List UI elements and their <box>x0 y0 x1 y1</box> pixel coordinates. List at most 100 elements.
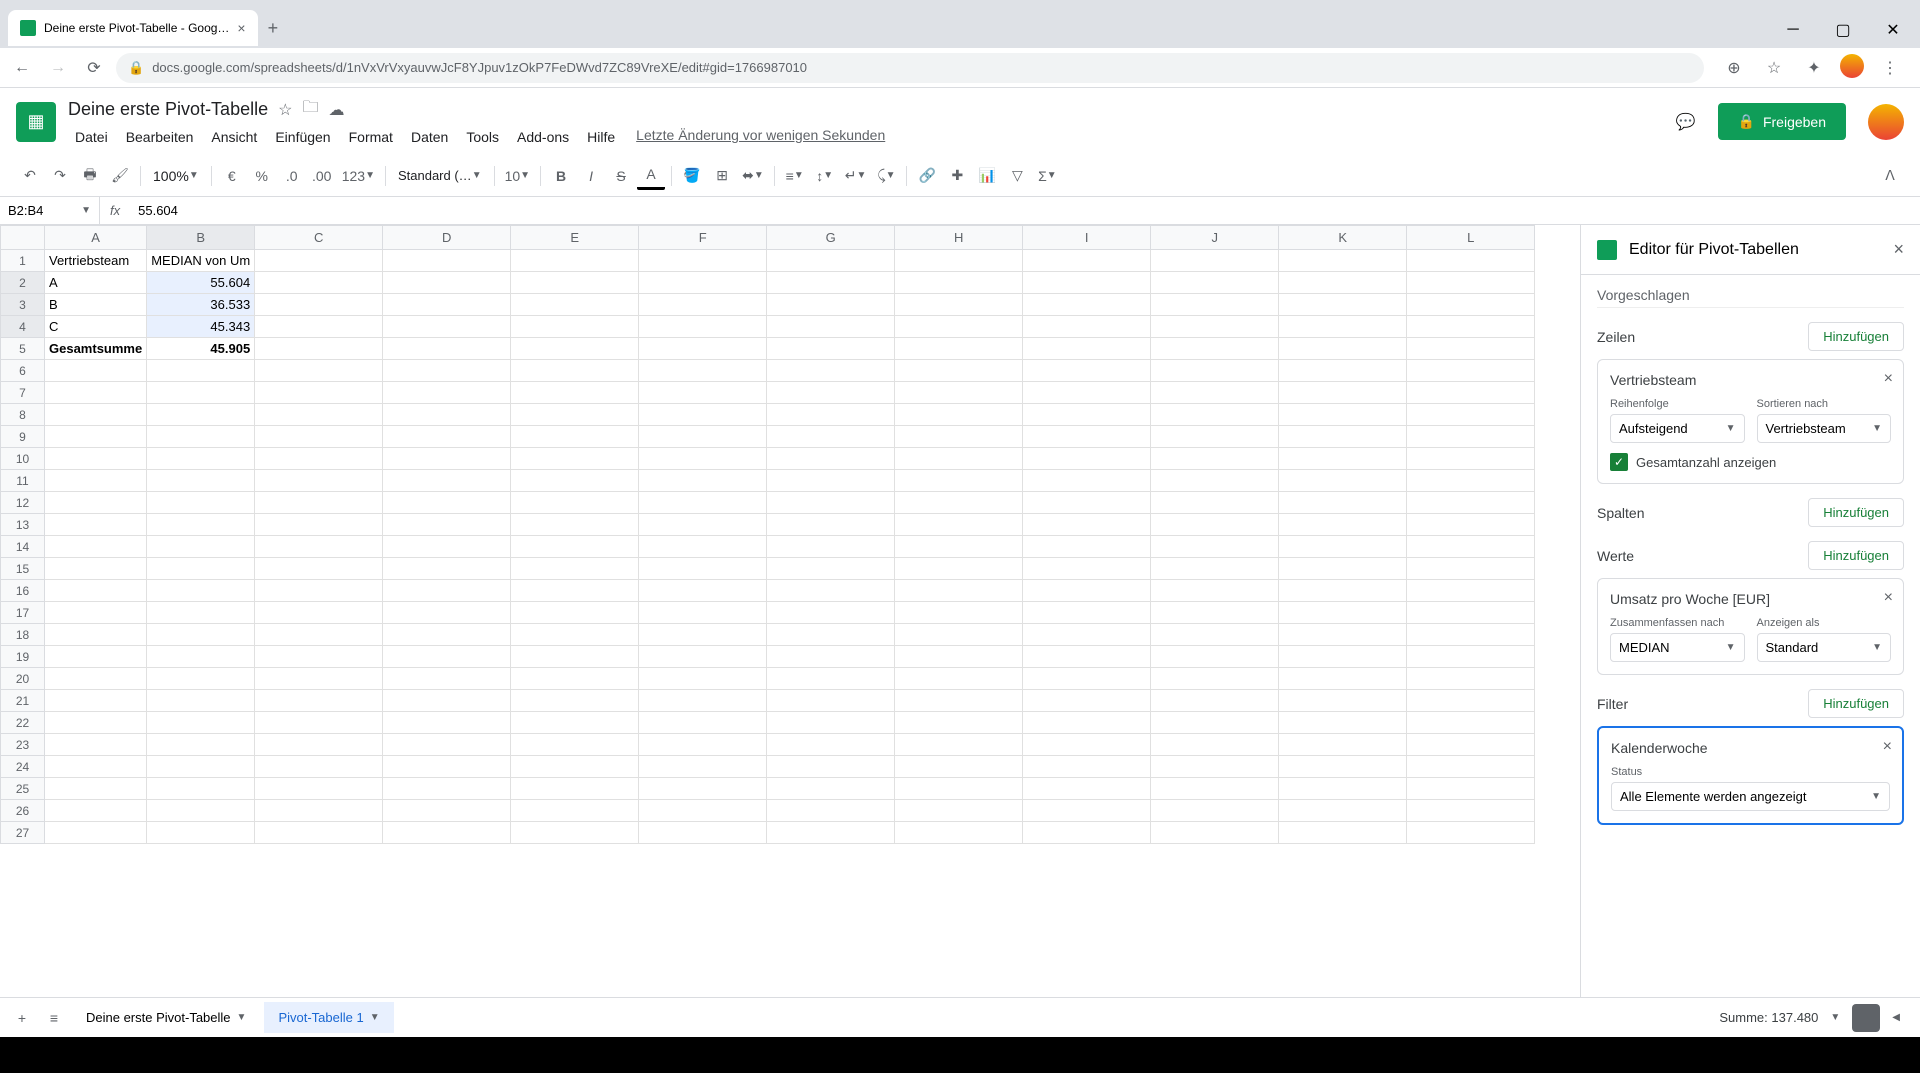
row-header[interactable]: 27 <box>1 822 45 844</box>
cell[interactable] <box>1023 624 1151 646</box>
cell[interactable]: A <box>45 272 147 294</box>
cell[interactable] <box>895 492 1023 514</box>
cell[interactable] <box>639 602 767 624</box>
row-header[interactable]: 2 <box>1 272 45 294</box>
row-header[interactable]: 21 <box>1 690 45 712</box>
extensions-icon[interactable]: ✦ <box>1800 54 1828 82</box>
cell[interactable] <box>147 558 255 580</box>
cell[interactable] <box>255 690 383 712</box>
cell[interactable] <box>255 778 383 800</box>
currency-icon[interactable]: € <box>218 162 246 190</box>
cell[interactable] <box>767 756 895 778</box>
cell[interactable] <box>255 360 383 382</box>
remove-row-field-icon[interactable]: × <box>1884 370 1893 388</box>
cloud-icon[interactable]: ☁ <box>328 100 344 120</box>
cell[interactable] <box>1279 492 1407 514</box>
cell[interactable] <box>147 514 255 536</box>
comments-icon[interactable]: 💬 <box>1666 102 1706 142</box>
menu-addons[interactable]: Add-ons <box>510 127 576 147</box>
cell[interactable] <box>767 778 895 800</box>
cell[interactable] <box>383 778 511 800</box>
cell[interactable] <box>511 272 639 294</box>
cell[interactable] <box>895 800 1023 822</box>
maximize-icon[interactable]: ▢ <box>1820 12 1866 48</box>
cell[interactable] <box>1023 602 1151 624</box>
cell[interactable] <box>639 316 767 338</box>
column-header[interactable]: K <box>1279 226 1407 250</box>
cell[interactable] <box>1023 712 1151 734</box>
cell[interactable] <box>1151 272 1279 294</box>
cell[interactable] <box>147 756 255 778</box>
cell[interactable] <box>767 734 895 756</box>
cell[interactable] <box>639 272 767 294</box>
menu-help[interactable]: Hilfe <box>580 127 622 147</box>
cell[interactable] <box>1407 602 1535 624</box>
browser-tab[interactable]: Deine erste Pivot-Tabelle - Goog… × <box>8 10 258 46</box>
close-panel-icon[interactable]: × <box>1893 239 1904 260</box>
cell[interactable] <box>1407 514 1535 536</box>
cell[interactable] <box>511 294 639 316</box>
cell[interactable] <box>639 756 767 778</box>
zoom-icon[interactable]: ⊕ <box>1720 54 1748 82</box>
column-header[interactable]: I <box>1023 226 1151 250</box>
cell[interactable] <box>45 448 147 470</box>
cell[interactable] <box>383 690 511 712</box>
cell[interactable] <box>1023 756 1151 778</box>
cell[interactable] <box>383 272 511 294</box>
cell[interactable] <box>1407 580 1535 602</box>
cell[interactable] <box>255 470 383 492</box>
fill-color-icon[interactable]: 🪣 <box>678 162 706 190</box>
cell[interactable] <box>45 778 147 800</box>
cell[interactable] <box>1023 382 1151 404</box>
cell[interactable] <box>1279 514 1407 536</box>
cell[interactable] <box>639 690 767 712</box>
row-header[interactable]: 19 <box>1 646 45 668</box>
cell[interactable] <box>895 360 1023 382</box>
cell[interactable] <box>767 448 895 470</box>
cell[interactable] <box>1407 822 1535 844</box>
cell[interactable] <box>45 470 147 492</box>
text-color-icon[interactable]: A <box>637 162 665 190</box>
cell[interactable] <box>1023 404 1151 426</box>
add-row-button[interactable]: Hinzufügen <box>1808 322 1904 351</box>
row-header[interactable]: 1 <box>1 250 45 272</box>
cell[interactable] <box>383 426 511 448</box>
row-header[interactable]: 6 <box>1 360 45 382</box>
cell[interactable] <box>1151 250 1279 272</box>
cell[interactable] <box>1023 470 1151 492</box>
cell[interactable]: Vertriebsteam <box>45 250 147 272</box>
rotate-icon[interactable]: ⤹ ▼ <box>872 162 900 190</box>
cell[interactable] <box>1279 690 1407 712</box>
cell[interactable] <box>1023 492 1151 514</box>
link-icon[interactable]: 🔗 <box>913 162 941 190</box>
cell[interactable] <box>895 250 1023 272</box>
add-sheet-icon[interactable]: + <box>8 1004 36 1032</box>
column-header[interactable]: F <box>639 226 767 250</box>
cell[interactable] <box>639 360 767 382</box>
cell[interactable] <box>511 668 639 690</box>
cell[interactable] <box>1023 800 1151 822</box>
show-totals-checkbox[interactable]: ✓ <box>1610 453 1628 471</box>
cell[interactable] <box>511 514 639 536</box>
cell[interactable] <box>45 404 147 426</box>
cell[interactable] <box>1151 360 1279 382</box>
menu-data[interactable]: Daten <box>404 127 455 147</box>
cell[interactable] <box>1407 360 1535 382</box>
cell[interactable] <box>147 426 255 448</box>
cell[interactable] <box>1151 624 1279 646</box>
cell[interactable] <box>1151 734 1279 756</box>
cell[interactable] <box>255 646 383 668</box>
cell[interactable] <box>383 382 511 404</box>
collapse-toolbar-icon[interactable]: ᐱ <box>1876 162 1904 190</box>
cell[interactable] <box>767 712 895 734</box>
cell[interactable] <box>767 690 895 712</box>
column-header[interactable]: E <box>511 226 639 250</box>
cell[interactable] <box>895 712 1023 734</box>
cell[interactable] <box>767 492 895 514</box>
row-header[interactable]: 5 <box>1 338 45 360</box>
row-header[interactable]: 14 <box>1 536 45 558</box>
account-avatar[interactable] <box>1868 104 1904 140</box>
cell[interactable] <box>767 646 895 668</box>
cell[interactable] <box>639 800 767 822</box>
cell[interactable] <box>511 602 639 624</box>
